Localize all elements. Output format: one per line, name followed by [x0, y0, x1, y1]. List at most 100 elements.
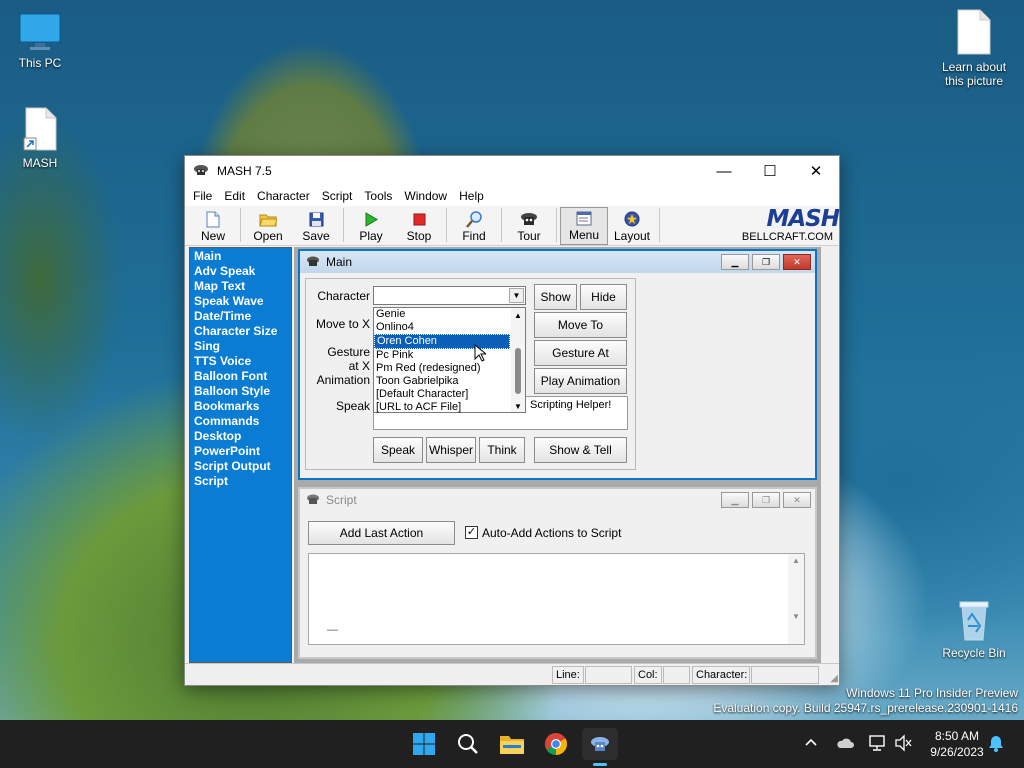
toolbar-layout-button[interactable]: Layout [608, 207, 656, 245]
sidebar-item-balloon-style[interactable]: Balloon Style [190, 384, 291, 399]
script-panel-titlebar[interactable]: Script ▁ ❐ ✕ [300, 489, 815, 511]
desktop-icon-mash[interactable]: MASH [0, 106, 80, 170]
script-panel-close-button[interactable]: ✕ [783, 492, 811, 508]
desktop-icon-learn-about[interactable]: Learn about this picture [934, 8, 1014, 88]
toolbar-new-button[interactable]: New [189, 207, 237, 245]
speak-button[interactable]: Speak [373, 437, 423, 463]
mash-icon[interactable] [582, 728, 618, 760]
sidebar-item-sing[interactable]: Sing [190, 339, 291, 354]
list-item[interactable]: Toon Gabrielpika [374, 375, 525, 388]
toolbar-tour-button[interactable]: Tour [505, 207, 553, 245]
chevron-down-icon[interactable]: ▼ [509, 288, 524, 303]
toolbar-find-button[interactable]: Find [450, 207, 498, 245]
sidebar-item-powerpoint[interactable]: PowerPoint [190, 444, 291, 459]
file-explorer-icon[interactable] [494, 728, 530, 760]
toolbar-stop-button[interactable]: Stop [395, 207, 443, 245]
hide-button[interactable]: Hide [580, 284, 627, 310]
minimize-button[interactable]: — [701, 156, 747, 186]
gesture-at-button[interactable]: Gesture At [534, 340, 627, 366]
show-and-tell-button[interactable]: Show & Tell [534, 437, 627, 463]
list-item[interactable]: Pc Pink [374, 349, 525, 362]
whisper-button[interactable]: Whisper [426, 437, 476, 463]
sidebar-item-date-time[interactable]: Date/Time [190, 309, 291, 324]
toolbar-open-button[interactable]: Open [244, 207, 292, 245]
list-item[interactable]: Genie [374, 308, 525, 321]
resize-grip-icon[interactable]: ◢ [830, 673, 838, 684]
script-editor-scrollbar[interactable]: ▲ ▼ [788, 554, 804, 644]
chevron-up-icon[interactable] [804, 736, 818, 750]
menu-help[interactable]: Help [453, 189, 490, 203]
add-last-action-button[interactable]: Add Last Action [308, 521, 455, 545]
mash-app-icon [193, 163, 209, 180]
play-animation-button[interactable]: Play Animation [534, 368, 627, 394]
list-item[interactable]: Pm Red (redesigned) [374, 362, 525, 375]
sidebar-item-commands[interactable]: Commands [190, 414, 291, 429]
scroll-down-icon[interactable]: ▼ [514, 400, 522, 413]
sidebar-item-adv-speak[interactable]: Adv Speak [190, 264, 291, 279]
scroll-thumb[interactable] [515, 348, 521, 394]
volume-muted-icon[interactable] [894, 734, 912, 755]
move-to-button[interactable]: Move To [534, 312, 627, 338]
toolbar-save-button[interactable]: Save [292, 207, 340, 245]
list-item-selected[interactable]: Oren Cohen [374, 334, 510, 349]
sidebar-item-balloon-font[interactable]: Balloon Font [190, 369, 291, 384]
script-panel-restore-button[interactable]: ❐ [752, 492, 780, 508]
scroll-up-icon[interactable]: ▲ [514, 309, 522, 322]
scroll-down-icon[interactable]: ▼ [792, 612, 800, 621]
show-button[interactable]: Show [534, 284, 577, 310]
desktop-icon-recycle-bin[interactable]: Recycle Bin [934, 598, 1014, 660]
maximize-button[interactable]: ☐ [747, 156, 793, 186]
sidebar-item-bookmarks[interactable]: Bookmarks [190, 399, 291, 414]
menu-file[interactable]: File [187, 189, 218, 203]
network-icon[interactable] [868, 734, 886, 755]
main-panel-titlebar[interactable]: Main ▁ ❐ ✕ [300, 251, 815, 273]
sidebar-item-script[interactable]: Script [190, 474, 291, 489]
sidebar-item-script-output[interactable]: Script Output [190, 459, 291, 474]
layout-icon [624, 210, 640, 228]
main-panel-restore-button[interactable]: ❐ [752, 254, 780, 270]
script-panel: Script ▁ ❐ ✕ Add Last Action ✓ Auto-Add … [298, 487, 817, 659]
menu-icon [576, 209, 592, 227]
main-panel-minimize-button[interactable]: ▁ [721, 254, 749, 270]
toolbar-menu-button[interactable]: Menu [560, 207, 608, 245]
onedrive-icon[interactable] [836, 736, 854, 753]
clock[interactable]: 8:50 AM 9/26/2023 [922, 728, 992, 760]
menu-character[interactable]: Character [251, 189, 316, 203]
start-icon[interactable] [406, 728, 442, 760]
list-item[interactable]: [URL to ACF File] [374, 401, 525, 414]
sidebar-item-main[interactable]: Main [190, 249, 291, 264]
sidebar-item-tts-voice[interactable]: TTS Voice [190, 354, 291, 369]
scroll-up-icon[interactable]: ▲ [792, 556, 800, 565]
sidebar-item-map-text[interactable]: Map Text [190, 279, 291, 294]
list-item[interactable]: Onlino4 [374, 321, 525, 334]
notification-bell-icon[interactable] [988, 734, 1004, 755]
menu-window[interactable]: Window [398, 189, 453, 203]
script-panel-minimize-button[interactable]: ▁ [721, 492, 749, 508]
sidebar: Main Adv Speak Map Text Speak Wave Date/… [189, 247, 292, 663]
menu-script[interactable]: Script [316, 189, 359, 203]
dropdown-scrollbar[interactable]: ▲ ▼ [511, 308, 525, 412]
bellcraft-logo[interactable]: MASH BELLCRAFT.COM [711, 207, 840, 243]
desktop-icon-this-pc[interactable]: This PC [0, 12, 80, 70]
main-panel-close-button[interactable]: ✕ [783, 254, 811, 270]
sidebar-item-character-size[interactable]: Character Size [190, 324, 291, 339]
menu-edit[interactable]: Edit [218, 189, 251, 203]
sidebar-item-speak-wave[interactable]: Speak Wave [190, 294, 291, 309]
menu-tools[interactable]: Tools [358, 189, 398, 203]
think-button[interactable]: Think [479, 437, 525, 463]
desktop-icon-label: MASH [22, 156, 58, 170]
animation-label: Animation [316, 373, 370, 387]
list-item[interactable]: [Default Character] [374, 388, 525, 401]
toolbar-play-button[interactable]: Play [347, 207, 395, 245]
title-bar[interactable]: MASH 7.5 — ☐ ✕ [185, 156, 839, 186]
character-dropdown[interactable]: ▼ [373, 286, 526, 305]
search-icon[interactable] [450, 728, 486, 760]
script-editor[interactable]: — ▲ ▼ [308, 553, 805, 645]
character-dropdown-list[interactable]: Genie Onlino4 Oren Cohen Pc Pink Pm Red … [373, 307, 526, 413]
chrome-icon[interactable] [538, 728, 574, 760]
taskbar: 8:50 AM 9/26/2023 [0, 720, 1024, 768]
sidebar-item-desktop[interactable]: Desktop [190, 429, 291, 444]
close-button[interactable]: ✕ [793, 156, 839, 186]
auto-add-checkbox[interactable]: ✓ [465, 526, 478, 539]
status-bar: Line: Col: Character: ◢ [185, 663, 839, 685]
